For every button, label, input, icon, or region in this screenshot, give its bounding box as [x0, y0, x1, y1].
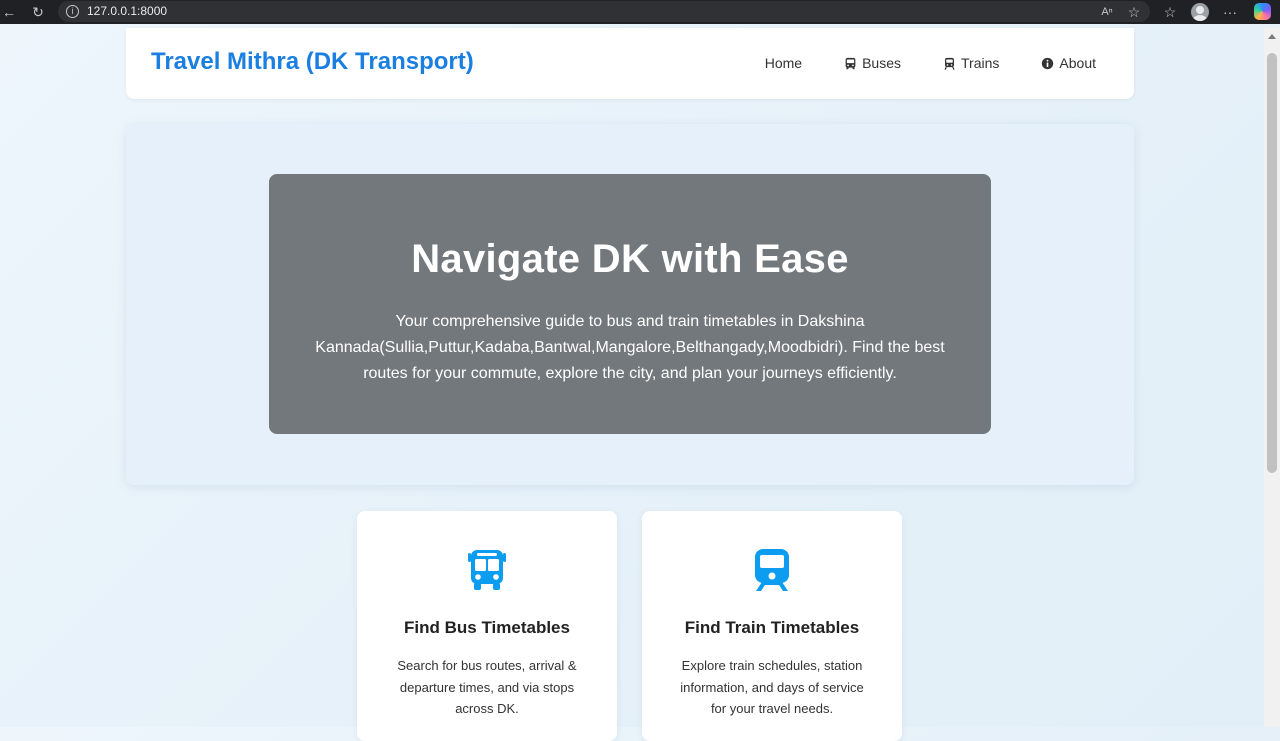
hero-section: Navigate DK with Ease Your comprehensive…	[126, 124, 1134, 485]
scroll-up-icon[interactable]	[1268, 34, 1276, 39]
nav-link-home[interactable]: Home	[765, 55, 802, 71]
info-icon	[1042, 57, 1054, 69]
url-text: 127.0.0.1:8000	[87, 4, 168, 18]
favorite-star-icon[interactable]: ☆	[1125, 3, 1143, 21]
nav-link-trains[interactable]: Trains	[943, 55, 999, 71]
nav-link-about[interactable]: About	[1041, 55, 1096, 71]
more-options-icon[interactable]: ···	[1221, 3, 1239, 21]
back-arrow-icon[interactable]: ←	[0, 3, 18, 21]
train-icon	[755, 549, 789, 591]
bus-timetable-card[interactable]: Find Bus Timetables Search for bus route…	[357, 511, 617, 741]
nav-link-label: Buses	[862, 55, 902, 71]
nav-links: Home Buses Trains About	[723, 55, 1096, 71]
page-scrollbar[interactable]	[1264, 28, 1280, 727]
hero-title: Navigate DK with Ease	[411, 237, 849, 281]
read-aloud-icon[interactable]: Aⁿ	[1098, 3, 1116, 21]
nav-link-buses[interactable]: Buses	[844, 55, 901, 71]
card-title: Find Train Timetables	[684, 618, 860, 637]
nav-link-label: About	[1059, 55, 1096, 71]
site-info-icon[interactable]: i	[66, 5, 79, 18]
nav-link-label: Home	[764, 55, 803, 71]
nav-link-label: Trains	[961, 55, 1000, 71]
bus-icon	[845, 57, 856, 69]
profile-avatar-icon[interactable]	[1191, 3, 1209, 21]
train-timetable-card[interactable]: Find Train Timetables Explore train sche…	[642, 511, 902, 741]
favorites-list-icon[interactable]: ☆	[1161, 3, 1179, 21]
address-bar[interactable]: i 127.0.0.1:8000	[58, 1, 1150, 22]
card-text: Search for bus routes, arrival & departu…	[397, 658, 577, 716]
hero-description: Your comprehensive guide to bus and trai…	[315, 313, 945, 382]
reload-icon[interactable]: ↻	[29, 3, 47, 21]
copilot-icon[interactable]	[1254, 3, 1271, 20]
train-icon	[944, 57, 955, 70]
hero-banner: Navigate DK with Ease Your comprehensive…	[269, 174, 991, 434]
card-text: Explore train schedules, station informa…	[680, 658, 864, 716]
bus-icon	[468, 550, 506, 590]
site-brand[interactable]: Travel Mithra (DK Transport)	[151, 48, 474, 76]
site-navbar: Travel Mithra (DK Transport) Home Buses	[126, 28, 1134, 99]
scrollbar-thumb[interactable]	[1267, 53, 1277, 473]
card-title: Find Bus Timetables	[404, 618, 570, 637]
browser-toolbar: ← ↻ i 127.0.0.1:8000 Aⁿ ☆ ☆ ···	[0, 0, 1280, 24]
